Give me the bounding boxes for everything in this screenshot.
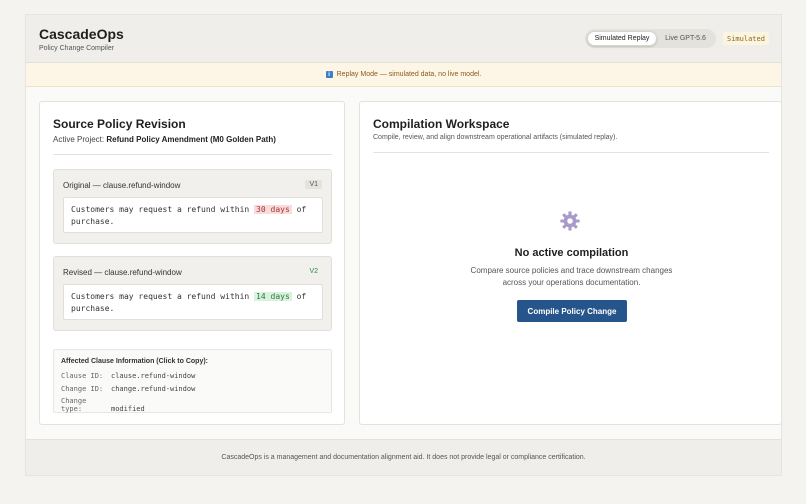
change-id-row: Change ID: change.refund-window xyxy=(61,385,195,393)
empty-state-title: No active compilation xyxy=(514,247,629,259)
workspace-subtitle: Compile, review, and align downstream op… xyxy=(373,134,618,141)
empty-state-description: Compare source policies and trace downst… xyxy=(360,265,783,289)
empty-desc-line-2: across your operations documentation. xyxy=(502,278,641,287)
change-type-row: Change type: modified xyxy=(61,397,145,413)
version-tag-v2: V2 xyxy=(309,268,318,275)
mode-simulated-replay-button[interactable]: Simulated Replay xyxy=(587,31,657,46)
active-project-label: Active Project: xyxy=(53,135,105,144)
version-tag-v1: V1 xyxy=(305,180,322,189)
original-highlight: 30 days xyxy=(254,205,292,214)
original-clause-text: Customers may request a refund within 30… xyxy=(63,197,323,233)
divider xyxy=(53,154,332,155)
change-id-label: Change ID: xyxy=(61,385,104,393)
mode-toggle: Simulated Replay Live GPT-5.6 xyxy=(585,29,716,48)
app-header: CascadeOps Policy Change Compiler Simula… xyxy=(26,15,781,63)
clause-id-row: Clause ID: clause.refund-window xyxy=(61,372,195,380)
mode-live-button[interactable]: Live GPT-5.6 xyxy=(657,31,714,46)
revised-highlight: 14 days xyxy=(254,292,292,301)
compile-policy-change-button[interactable]: Compile Policy Change xyxy=(517,300,627,322)
empty-desc-line-1: Compare source policies and trace downst… xyxy=(470,266,673,275)
app-subtitle: Policy Change Compiler xyxy=(39,45,115,52)
clause-id-label: Clause ID: xyxy=(61,372,104,380)
affected-clause-info: Affected Clause Information (Click to Co… xyxy=(53,349,332,413)
revised-text-before: Customers may request a refund within xyxy=(71,292,250,301)
revised-clause-box: Revised — clause.refund-window V2 Custom… xyxy=(53,256,332,331)
replay-mode-banner: i Replay Mode — simulated data, no live … xyxy=(26,63,781,87)
change-type-label: Change type: xyxy=(61,397,87,413)
source-panel-title: Source Policy Revision xyxy=(53,117,186,131)
simulated-badge: Simulated xyxy=(723,32,769,45)
footer-disclaimer: CascadeOps is a management and documenta… xyxy=(26,439,781,475)
app-frame: CascadeOps Policy Change Compiler Simula… xyxy=(25,14,782,476)
affected-title: Affected Clause Information (Click to Co… xyxy=(61,358,209,365)
change-id-value[interactable]: change.refund-window xyxy=(111,385,195,393)
info-icon: i xyxy=(325,71,333,78)
original-clause-label: Original — clause.refund-window xyxy=(63,181,181,190)
workspace-title: Compilation Workspace xyxy=(373,117,510,131)
app-title: CascadeOps xyxy=(39,26,124,42)
compilation-workspace-panel: Compilation Workspace Compile, review, a… xyxy=(359,101,782,425)
revised-clause-label: Revised — clause.refund-window xyxy=(63,268,182,277)
footer-text: CascadeOps is a management and documenta… xyxy=(221,454,586,461)
revised-clause-text: Customers may request a refund within 14… xyxy=(63,284,323,320)
banner-text: Replay Mode — simulated data, no live mo… xyxy=(336,71,482,78)
gear-icon xyxy=(560,211,580,231)
original-clause-box: Original — clause.refund-window V1 Custo… xyxy=(53,169,332,244)
clause-id-value[interactable]: clause.refund-window xyxy=(111,372,195,380)
divider xyxy=(373,152,769,153)
change-type-value[interactable]: modified xyxy=(111,405,145,413)
active-project: Active Project: Refund Policy Amendment … xyxy=(53,135,276,144)
active-project-name: Refund Policy Amendment (M0 Golden Path) xyxy=(106,135,276,144)
original-text-before: Customers may request a refund within xyxy=(71,205,250,214)
source-policy-panel: Source Policy Revision Active Project: R… xyxy=(39,101,345,425)
